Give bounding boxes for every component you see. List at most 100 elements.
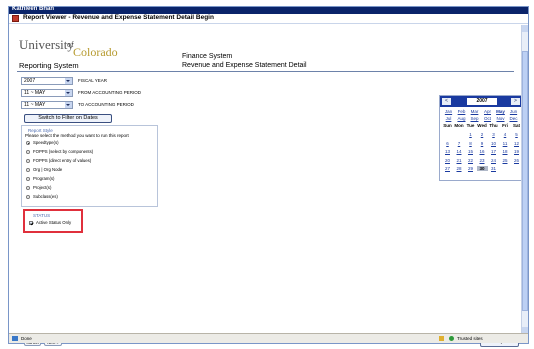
window-title: Report Viewer - Revenue and Expense Stat… xyxy=(23,14,214,21)
status-panel-highlight: STATUS Active Status Only xyxy=(23,209,83,233)
option-label: Org | Org Node xyxy=(33,167,63,172)
calendar-day[interactable]: 13 xyxy=(442,149,453,154)
chevron-down-icon[interactable] xyxy=(65,90,72,96)
browser-window: Kathleen Bhan Report Viewer - Revenue an… xyxy=(8,6,529,347)
window-titlebar: Report Viewer - Revenue and Expense Stat… xyxy=(9,14,528,24)
calendar-day[interactable]: 1 xyxy=(465,132,476,137)
calendar-day[interactable]: 10 xyxy=(488,141,499,146)
calendar-day[interactable]: 22 xyxy=(465,158,476,163)
calendar-day[interactable]: 4 xyxy=(500,132,511,137)
option-label: Speedtype(s) xyxy=(33,140,59,145)
option-label: FOPPS (select by components) xyxy=(33,149,94,154)
finance-system-label: Finance System xyxy=(182,53,233,60)
month-link[interactable]: Feb xyxy=(455,109,468,114)
fiscal-year-select[interactable]: 2007 xyxy=(21,77,73,85)
month-link[interactable]: Dec xyxy=(507,116,520,121)
radio-icon[interactable] xyxy=(26,168,30,172)
next-year-button[interactable]: > xyxy=(511,98,520,105)
month-link[interactable]: Aug xyxy=(455,116,468,121)
report-style-description: Please select the method you want to run… xyxy=(25,133,129,138)
ie-page-icon xyxy=(12,336,18,341)
calendar-day[interactable]: 18 xyxy=(500,149,511,154)
month-link[interactable]: Mar xyxy=(468,109,481,114)
option-label: FOPPS (direct entry of values) xyxy=(33,158,92,163)
user-bar: Kathleen Bhan xyxy=(9,6,528,14)
month-link[interactable]: Jun xyxy=(507,109,520,114)
calendar-day[interactable]: 16 xyxy=(477,149,488,154)
month-link-current[interactable]: May xyxy=(494,109,507,114)
weekday-header: Wed xyxy=(477,123,487,128)
radio-icon[interactable] xyxy=(26,195,30,199)
radio-icon[interactable] xyxy=(26,150,30,154)
browser-statusbar: Done Trusted sites xyxy=(9,333,528,343)
to-period-label: TO ACCOUNTING PERIOD xyxy=(78,102,134,107)
calendar-day[interactable]: 28 xyxy=(454,166,465,171)
month-link[interactable]: Apr xyxy=(481,109,494,114)
report-title: Revenue and Expense Statement Detail xyxy=(182,62,307,69)
status-text: Done xyxy=(21,336,32,341)
calendar-day[interactable]: 8 xyxy=(465,141,476,146)
radio-icon[interactable] xyxy=(26,159,30,163)
calendar-day[interactable]: 29 xyxy=(465,166,476,171)
scroll-thumb[interactable] xyxy=(522,51,528,311)
option-label: Program(s) xyxy=(33,176,55,181)
option-label: Project(s) xyxy=(33,185,52,190)
chevron-down-icon[interactable] xyxy=(65,102,72,108)
logo-colorado: Colorado xyxy=(73,45,118,59)
header-divider xyxy=(17,71,514,72)
reporting-system-label: Reporting System xyxy=(19,61,79,70)
page-content: University of Colorado Reporting System … xyxy=(9,25,523,347)
calendar-day[interactable]: 17 xyxy=(488,149,499,154)
radio-icon[interactable] xyxy=(26,177,30,181)
fiscal-year-label: FISCAL YEAR xyxy=(78,78,108,83)
calendar-day[interactable]: 24 xyxy=(488,158,499,163)
chevron-down-icon[interactable] xyxy=(65,78,72,84)
checkbox-checked-icon[interactable] xyxy=(29,221,33,225)
calendar-day[interactable]: 2 xyxy=(477,132,488,137)
calendar-day[interactable]: 6 xyxy=(442,141,453,146)
security-zone: Trusted sites xyxy=(457,336,483,341)
calendar-day[interactable]: 15 xyxy=(465,149,476,154)
calendar-header: < 2007 > xyxy=(440,96,522,107)
trusted-zone-icon xyxy=(449,336,454,341)
calendar-day[interactable]: 25 xyxy=(500,158,511,163)
month-link[interactable]: Jan xyxy=(442,109,455,114)
report-viewer-icon xyxy=(12,15,19,22)
calendar-day[interactable]: 20 xyxy=(442,158,453,163)
calendar-day-today[interactable]: 30 xyxy=(476,166,488,171)
radio-selected-icon[interactable] xyxy=(26,141,30,145)
calendar-day[interactable]: 11 xyxy=(500,141,511,146)
radio-icon[interactable] xyxy=(26,186,30,190)
calendar-year[interactable]: 2007 xyxy=(467,98,497,105)
university-logo: University of Colorado xyxy=(19,37,139,59)
prev-year-button[interactable]: < xyxy=(442,98,451,105)
calendar-day[interactable]: 27 xyxy=(442,166,453,171)
month-link[interactable]: Nov xyxy=(494,116,507,121)
calendar-day[interactable]: 3 xyxy=(488,132,499,137)
option-label: Subclass(es) xyxy=(33,194,58,199)
calendar-day[interactable]: 14 xyxy=(454,149,465,154)
month-link[interactable]: Sep xyxy=(468,116,481,121)
fiscal-year-value: 2007 xyxy=(24,78,36,84)
vertical-scrollbar[interactable] xyxy=(521,25,528,334)
lock-icon xyxy=(439,336,444,341)
calendar-day[interactable]: 9 xyxy=(477,141,488,146)
calendar-widget: < 2007 > Jan Feb Mar Apr May Jun Jul Aug… xyxy=(439,95,523,181)
month-link[interactable]: Jul xyxy=(442,116,455,121)
weekday-header: Tue xyxy=(466,123,475,128)
to-period-value: 11 ~ MAY xyxy=(24,102,46,108)
month-link[interactable]: Oct xyxy=(481,116,494,121)
switch-to-dates-button[interactable]: Switch to Filter on Dates xyxy=(24,114,112,123)
scroll-up-icon[interactable] xyxy=(522,25,528,32)
from-period-select[interactable]: 11 ~ MAY xyxy=(21,89,73,97)
calendar-day[interactable]: 23 xyxy=(477,158,488,163)
weekday-header: Thu xyxy=(489,123,498,128)
report-style-panel: Report Style Please select the method yo… xyxy=(21,125,158,207)
user-name: Kathleen Bhan xyxy=(12,6,55,12)
calendar-day[interactable]: 31 xyxy=(488,166,499,171)
active-status-label: Active Status Only xyxy=(36,220,72,225)
calendar-day[interactable]: 21 xyxy=(454,158,465,163)
weekday-header: Mon xyxy=(454,123,464,128)
to-period-select[interactable]: 11 ~ MAY xyxy=(21,101,73,109)
calendar-day[interactable]: 7 xyxy=(454,141,465,146)
